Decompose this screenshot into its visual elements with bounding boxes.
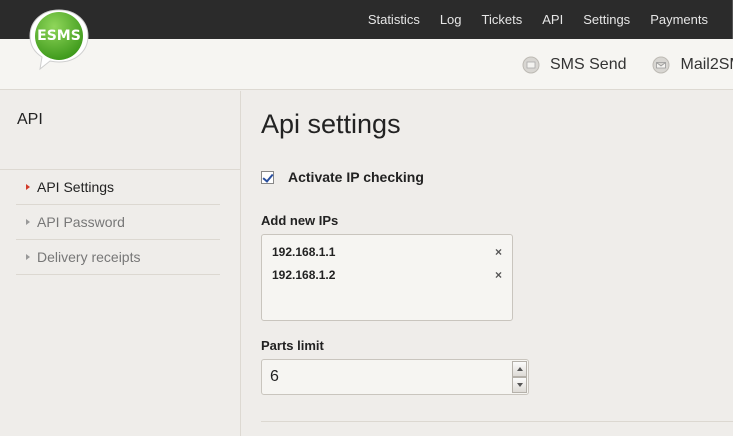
mail2sms-icon	[652, 56, 670, 73]
top-nav: Statistics Log Tickets API Settings Paym…	[348, 0, 733, 39]
ip-check-row: Activate IP checking	[261, 169, 424, 185]
ip-value: 192.168.1.1	[272, 244, 336, 259]
ip-check-label: Activate IP checking	[288, 169, 424, 185]
sidebar-item-label: API Password	[37, 214, 125, 230]
sidebar-item-delivery-receipts[interactable]: Delivery receipts	[16, 240, 220, 275]
logo[interactable]: ESMS	[26, 7, 92, 73]
mail2sms-label: Mail2SM	[680, 55, 733, 73]
nav-tickets[interactable]: Tickets	[482, 0, 523, 39]
ip-value: 192.168.1.2	[272, 267, 336, 282]
stepper-buttons	[512, 361, 527, 393]
chevron-up-icon	[516, 367, 523, 371]
nav-statistics[interactable]: Statistics	[368, 0, 420, 39]
arrow-right-icon	[26, 184, 30, 190]
nav-log[interactable]: Log	[440, 0, 462, 39]
ip-token: 192.168.1.2 ×	[262, 263, 512, 286]
arrow-right-icon	[26, 219, 30, 225]
sidebar-item-api-settings[interactable]: API Settings	[16, 170, 220, 205]
sidebar: API API Settings API Password Delivery r…	[0, 91, 241, 436]
nav-api[interactable]: API	[542, 0, 563, 39]
ip-list-input[interactable]: 192.168.1.1 × 192.168.1.2 ×	[261, 234, 513, 321]
remove-ip-icon[interactable]: ×	[495, 245, 502, 259]
page-title: Api settings	[261, 109, 401, 139]
ip-token: 192.168.1.1 ×	[262, 240, 512, 263]
main-divider	[261, 421, 733, 422]
sms-send-link[interactable]: SMS Send	[522, 56, 626, 74]
parts-limit-label: Parts limit	[261, 338, 324, 353]
chevron-down-icon	[516, 383, 523, 387]
stepper-down-button[interactable]	[512, 377, 527, 393]
sidebar-item-api-password[interactable]: API Password	[16, 205, 220, 240]
logo-text: ESMS	[37, 28, 81, 44]
nav-settings[interactable]: Settings	[583, 0, 630, 39]
remove-ip-icon[interactable]: ×	[495, 268, 502, 282]
sidebar-item-label: API Settings	[37, 179, 115, 195]
sms-send-icon	[522, 56, 540, 73]
header-links: SMS Send Mail2SM	[522, 39, 733, 90]
parts-limit-stepper	[261, 359, 529, 395]
mail2sms-link[interactable]: Mail2SM	[652, 56, 733, 74]
ips-label: Add new IPs	[261, 213, 339, 228]
nav-payments[interactable]: Payments	[650, 0, 708, 39]
main-content: Api settings Activate IP checking Add ne…	[261, 91, 733, 436]
sidebar-title: API	[17, 111, 43, 128]
parts-limit-input[interactable]	[262, 360, 510, 394]
top-nav-bar: Statistics Log Tickets API Settings Paym…	[0, 0, 733, 39]
ip-check-checkbox[interactable]	[261, 170, 274, 184]
sidebar-item-label: Delivery receipts	[37, 249, 141, 265]
sms-send-label: SMS Send	[550, 55, 627, 73]
sidebar-menu: API Settings API Password Delivery recei…	[16, 170, 220, 275]
arrow-right-icon	[26, 254, 30, 260]
stepper-up-button[interactable]	[512, 361, 527, 377]
